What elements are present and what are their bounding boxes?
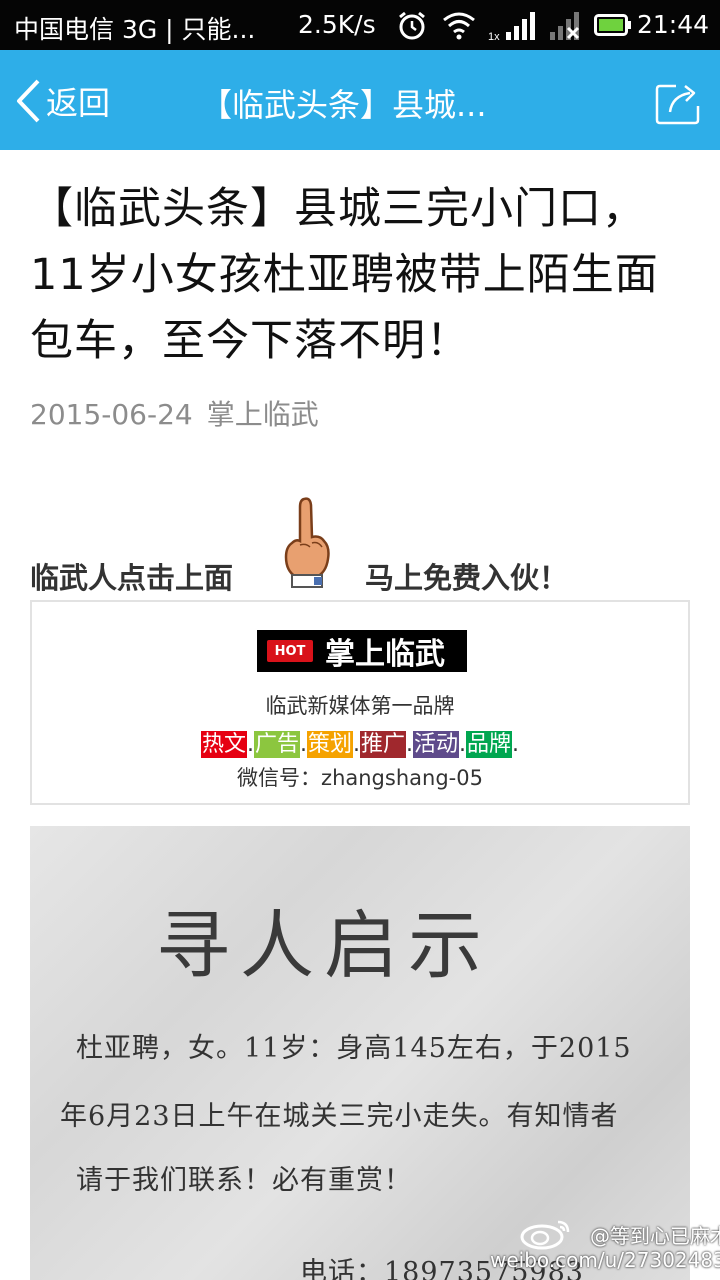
page-title: 【临武头条】县城... — [200, 86, 487, 124]
back-button[interactable]: 返回 — [14, 76, 110, 126]
service-tag: 活动 — [413, 731, 460, 758]
network-speed: 2.5K/s — [298, 10, 376, 39]
watermark-url: weibo.com/u/2730248361 — [490, 1248, 720, 1272]
signal-no-sim-icon — [550, 12, 580, 40]
cta-right-text: 马上免费入伙！ — [365, 561, 569, 595]
notice-heading: 寻人启示 — [156, 903, 492, 989]
share-button[interactable] — [654, 80, 704, 126]
wechat-id: 微信号：zhangshang-05 — [237, 766, 483, 790]
alarm-icon — [399, 11, 425, 40]
service-tag: 广告 — [253, 731, 300, 758]
article-source-link[interactable]: 掌上临武 — [207, 398, 319, 431]
service-tag: 推广 — [360, 731, 407, 758]
notice-line-2: 年6月23日上午在城关三完小走失。有知情者 — [60, 1101, 619, 1132]
watermark-user: @等到心已麻木 — [590, 1224, 720, 1248]
brand-name: 掌上临武 — [325, 637, 445, 672]
service-tag: 品牌 — [466, 731, 513, 758]
notice-line-1: 杜亚聘，女。11岁：身高145左右，于2015 — [76, 1033, 632, 1064]
status-icons: 1x — [396, 10, 596, 42]
chevron-left-icon — [17, 79, 40, 123]
signal-1x-icon: 1x — [488, 12, 535, 42]
carrier-label: 中国电信 3G | 只能... — [14, 15, 256, 44]
notice-line-3: 请于我们联系！必有重赏！ — [76, 1165, 412, 1196]
tag-separator: . — [299, 732, 307, 757]
service-tag: 策划 — [306, 731, 353, 758]
service-tag: 热文 — [200, 731, 247, 758]
clock: 21:44 — [637, 10, 710, 39]
tag-separator: . — [459, 732, 467, 757]
hot-badge: HOT — [267, 640, 313, 662]
article-meta: 2015-06-24 掌上临武 — [30, 393, 319, 433]
weibo-logo-icon — [520, 1220, 570, 1250]
service-tags: 热文.广告.策划.推广.活动.品牌. — [32, 726, 688, 758]
tag-separator: . — [512, 732, 520, 757]
pointing-finger-icon — [284, 497, 330, 588]
article-title: 【临武头条】县城三完小门口，11岁小女孩杜亚聘被带上陌生面包车，至今下落不明！ — [30, 184, 659, 366]
cta-left-text: 临武人点击上面 — [30, 561, 234, 595]
nav-bar: 返回 【临武头条】县城... — [0, 50, 720, 150]
promo-card[interactable]: HOT 掌上临武 临武新媒体第一品牌 热文.广告.策划.推广.活动.品牌. 微信… — [30, 600, 690, 805]
status-bar: 中国电信 3G | 只能... 2.5K/s 1x 21:44 — [0, 0, 720, 50]
brand-slogan: 临武新媒体第一品牌 — [265, 694, 455, 718]
back-label: 返回 — [46, 84, 111, 122]
tag-separator: . — [353, 732, 360, 757]
tag-separator: . — [406, 732, 414, 757]
tag-separator: . — [246, 732, 254, 757]
battery-icon — [594, 14, 631, 36]
svg-text:1x: 1x — [488, 31, 500, 42]
article-date: 2015-06-24 — [30, 398, 193, 431]
brand-banner: HOT 掌上临武 — [257, 630, 467, 672]
share-icon — [655, 84, 700, 125]
weibo-watermark: @等到心已麻木 weibo.com/u/2730248361 — [490, 1212, 720, 1280]
wifi-icon — [443, 12, 475, 40]
